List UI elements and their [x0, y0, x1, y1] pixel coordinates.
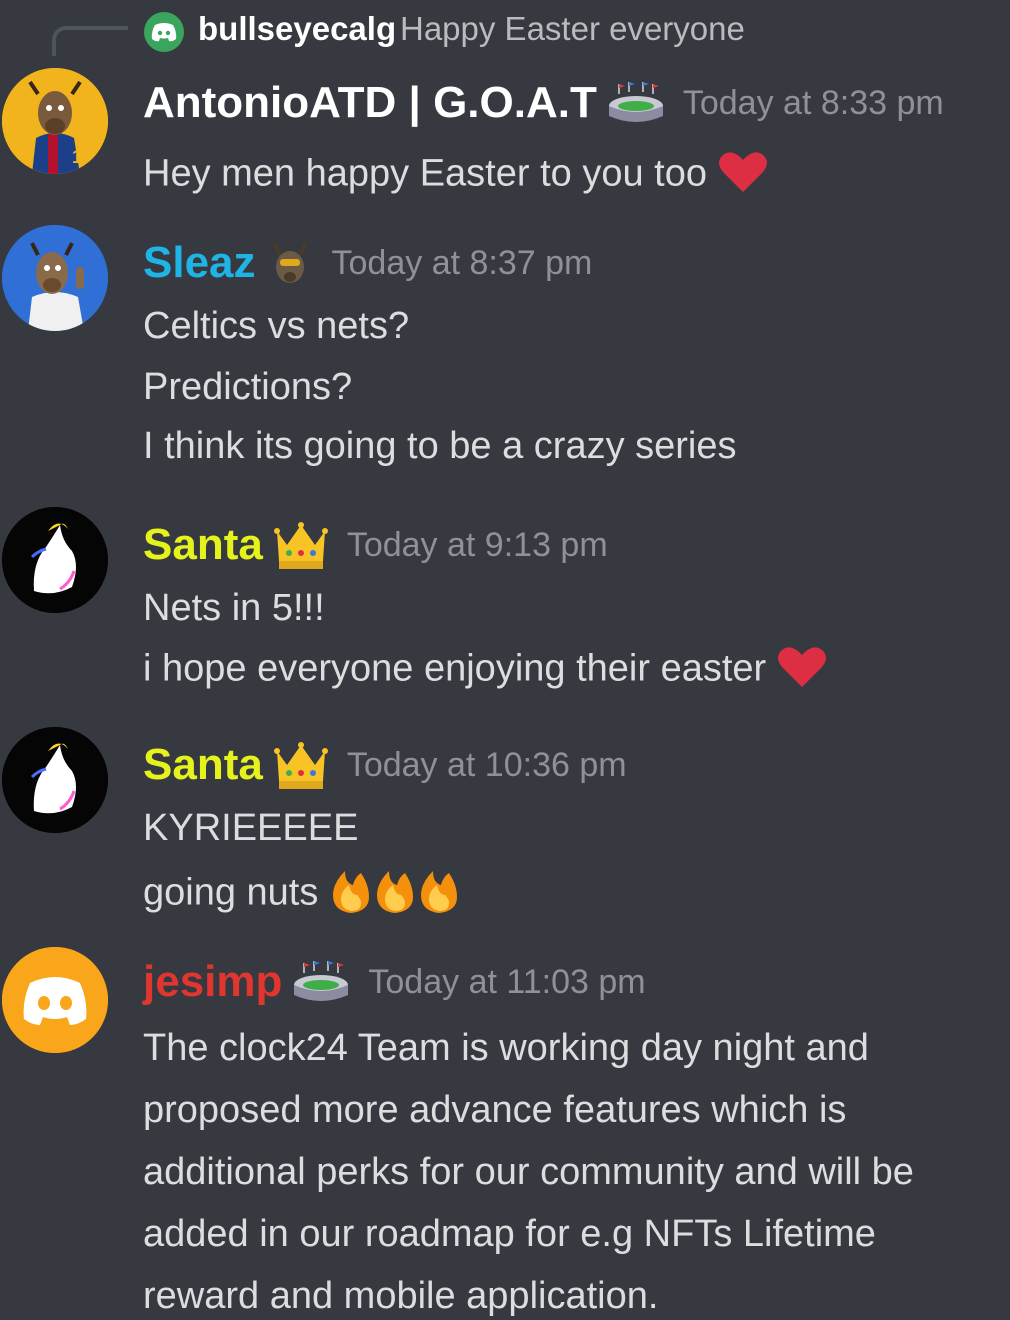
- avatar[interactable]: 10: [2, 68, 108, 174]
- message-line: reward and mobile application.: [143, 1277, 658, 1315]
- message-text: proposed more advance features which is: [143, 1089, 847, 1131]
- message-line: Predictions?: [143, 368, 352, 406]
- message-line: I think its going to be a crazy series: [143, 427, 737, 465]
- message-text: additional perks for our community and w…: [143, 1151, 914, 1193]
- discord-logo-icon: [2, 947, 108, 1053]
- avatar[interactable]: [2, 727, 108, 833]
- goat-avatar-icon: 10: [2, 68, 108, 174]
- goat-icon[interactable]: [266, 237, 314, 289]
- svg-text:10: 10: [72, 147, 92, 167]
- goat-avatar-icon: [2, 225, 108, 331]
- message-line: i hope everyone enjoying their easter: [143, 645, 827, 696]
- message-text: The clock24 Team is working day night an…: [143, 1027, 869, 1069]
- message-text: Celtics vs nets?: [143, 305, 410, 347]
- stadium-icon[interactable]: [607, 80, 665, 126]
- reply-preview[interactable]: bullseyecalg Happy Easter everyone: [0, 0, 1010, 62]
- message-line: KYRIEEEEE: [143, 809, 358, 847]
- discord-logo-icon: [151, 23, 177, 42]
- fire-icon: [329, 867, 373, 922]
- message-text: i hope everyone enjoying their easter: [143, 647, 767, 690]
- avatar[interactable]: [2, 947, 108, 1053]
- fire-icon: [417, 867, 461, 922]
- crown-icon[interactable]: [273, 519, 329, 571]
- message-text: Nets in 5!!!: [143, 587, 325, 629]
- santa-avatar-icon: [2, 507, 108, 613]
- message-text: Predictions?: [143, 366, 353, 408]
- fire-icon: [373, 867, 417, 922]
- message-header: Santa Today at 9:13 pm: [143, 519, 608, 571]
- santa-avatar-icon: [2, 727, 108, 833]
- message-line: Hey men happy Easter to you too: [143, 150, 768, 201]
- avatar[interactable]: [2, 507, 108, 613]
- timestamp: Today at 10:36 pm: [346, 746, 627, 784]
- timestamp: Today at 11:03 pm: [368, 963, 646, 1001]
- reply-spine: [52, 26, 128, 56]
- message-header: jesimp Today at 11:03 pm: [143, 959, 646, 1005]
- username[interactable]: Santa: [143, 523, 263, 567]
- message-line: going nuts: [143, 867, 461, 922]
- message-line: additional perks for our community and w…: [143, 1153, 914, 1191]
- message-line: Celtics vs nets?: [143, 307, 409, 345]
- message-line: The clock24 Team is working day night an…: [143, 1029, 869, 1067]
- timestamp: Today at 8:37 pm: [331, 244, 593, 282]
- message-text: added in our roadmap for e.g NFTs Lifeti…: [143, 1213, 876, 1255]
- message-text: going nuts: [143, 871, 319, 914]
- message-line: Nets in 5!!!: [143, 589, 325, 627]
- message-text: I think its going to be a crazy series: [143, 425, 737, 467]
- username[interactable]: jesimp: [143, 960, 282, 1004]
- username[interactable]: AntonioATD | G.O.A.T: [143, 81, 597, 125]
- heart-icon: [718, 150, 768, 201]
- heart-icon: [777, 645, 827, 696]
- timestamp: Today at 8:33 pm: [682, 84, 944, 122]
- username[interactable]: Sleaz: [143, 241, 256, 285]
- message-line: added in our roadmap for e.g NFTs Lifeti…: [143, 1215, 876, 1253]
- reply-text[interactable]: Happy Easter everyone: [400, 10, 745, 48]
- message-header: AntonioATD | G.O.A.T Today at 8:33 pm: [143, 80, 944, 126]
- stadium-icon[interactable]: [292, 959, 350, 1005]
- timestamp: Today at 9:13 pm: [346, 526, 608, 564]
- reply-username[interactable]: bullseyecalg: [198, 10, 396, 48]
- message-header: Sleaz Today at 8:37 pm: [143, 237, 592, 289]
- message-line: proposed more advance features which is: [143, 1091, 846, 1129]
- message-text: reward and mobile application.: [143, 1275, 659, 1317]
- message-header: Santa Today at 10:36 pm: [143, 739, 627, 791]
- avatar[interactable]: [2, 225, 108, 331]
- message-text: KYRIEEEEE: [143, 807, 359, 849]
- crown-icon[interactable]: [273, 739, 329, 791]
- reply-avatar[interactable]: [144, 12, 184, 52]
- message-text: Hey men happy Easter to you too: [143, 152, 707, 195]
- username[interactable]: Santa: [143, 743, 263, 787]
